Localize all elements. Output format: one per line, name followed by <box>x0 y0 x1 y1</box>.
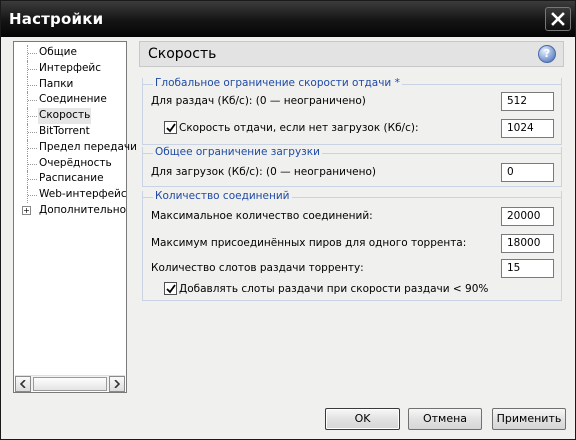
tree-item-scheduler[interactable]: Расписание <box>14 171 126 188</box>
checkmark-icon <box>166 123 176 133</box>
cancel-button[interactable]: Отмена <box>408 408 482 430</box>
close-icon <box>551 12 565 26</box>
dialog-body: Общие Интерфейс Папки Соединение Скорост… <box>2 37 574 439</box>
download-limit-group: Общее ограничение загрузки Для загрузок … <box>142 146 562 187</box>
tree-item-speed[interactable]: Скорость <box>14 108 126 124</box>
scroll-thumb[interactable] <box>33 377 107 391</box>
tree-item-folders[interactable]: Папки <box>14 76 126 93</box>
tree-item-label: Папки <box>39 77 74 90</box>
group-title: Общее ограничение загрузки <box>153 146 322 158</box>
idle-upload-checkbox[interactable] <box>164 121 177 134</box>
extra-slots-checkbox[interactable] <box>164 282 177 295</box>
tree-item-label: Дополнительно <box>39 203 127 216</box>
tree-horizontal-scrollbar[interactable] <box>15 375 125 392</box>
download-limit-input[interactable]: 0 <box>501 163 554 182</box>
max-connections-label: Максимальное количество соединений: <box>151 210 373 222</box>
tree-item-label: Соединение <box>39 93 107 106</box>
max-peers-input[interactable]: 18000 <box>501 234 554 253</box>
tree-item-web-ui[interactable]: Web-интерфейс <box>14 187 127 203</box>
upload-limit-input[interactable]: 512 <box>501 92 554 111</box>
settings-tree: Общие Интерфейс Папки Соединение Скорост… <box>13 41 137 393</box>
title-bar[interactable]: Настройки <box>1 1 575 37</box>
tree-item-label: Web-интерфейс <box>39 188 127 201</box>
tree-item-label: Очерёдность <box>39 156 112 169</box>
panel-title: Скорость <box>148 46 217 62</box>
upload-limit-group: Глобальное ограничение скорости отдачи *… <box>142 77 562 145</box>
tree-item-label: Общие <box>39 46 77 58</box>
tree-item-bittorrent[interactable]: BitTorrent <box>14 123 126 140</box>
panel-header: Скорость ? <box>139 41 564 67</box>
scroll-left-button[interactable] <box>15 376 31 392</box>
settings-window: Настройки Общие Интерфейс Папки Соединен… <box>0 0 576 440</box>
group-title: Глобальное ограничение скорости отдачи * <box>153 77 402 89</box>
ok-button[interactable]: OK <box>325 408 400 430</box>
tree-item-label: Скорость <box>38 108 92 124</box>
tree-item-connection[interactable]: Соединение <box>14 92 126 109</box>
max-connections-input[interactable]: 20000 <box>501 207 554 226</box>
upload-slots-input[interactable]: 15 <box>501 259 554 278</box>
download-limit-label: Для загрузок (Кб/с): (0 — неограничено) <box>151 166 377 178</box>
expand-plus-icon[interactable]: + <box>22 205 31 215</box>
connections-group: Количество соединений Максимальное колич… <box>142 190 562 301</box>
upload-limit-label: Для раздач (Кб/с): (0 — неограничено) <box>151 95 366 107</box>
group-title: Количество соединений <box>153 190 292 202</box>
tree-item-interface[interactable]: Интерфейс <box>14 60 126 77</box>
max-peers-label: Максимум присоединённых пиров для одного… <box>151 237 467 249</box>
question-icon[interactable]: ? <box>538 45 556 63</box>
extra-slots-label: Добавлять слоты раздачи при скорости раз… <box>179 283 489 295</box>
idle-upload-label: Скорость отдачи, если нет загрузок (Кб/с… <box>179 122 419 134</box>
checkmark-icon <box>166 284 176 294</box>
chevron-left-icon <box>20 380 26 388</box>
tree-item-label: Предел передачи <box>39 140 137 153</box>
chevron-right-icon <box>114 380 120 388</box>
tree-item-label: Расписание <box>39 172 104 185</box>
window-title: Настройки <box>9 10 104 28</box>
tree-item-queueing[interactable]: Очерёдность <box>14 155 126 172</box>
tree-item-transfer-cap[interactable]: Предел передачи <box>14 139 137 156</box>
close-button[interactable] <box>545 7 571 31</box>
idle-upload-input[interactable]: 1024 <box>501 119 554 138</box>
apply-button[interactable]: Применить <box>492 408 566 430</box>
tree-item-advanced[interactable]: + Дополнительно <box>14 203 126 219</box>
upload-slots-label: Количество слотов раздачи торренту: <box>151 262 364 274</box>
tree-item-label: Интерфейс <box>39 61 101 74</box>
tree-item-label: BitTorrent <box>39 124 90 137</box>
scroll-right-button[interactable] <box>109 376 125 392</box>
tree-item-general[interactable]: Общие <box>14 45 126 61</box>
